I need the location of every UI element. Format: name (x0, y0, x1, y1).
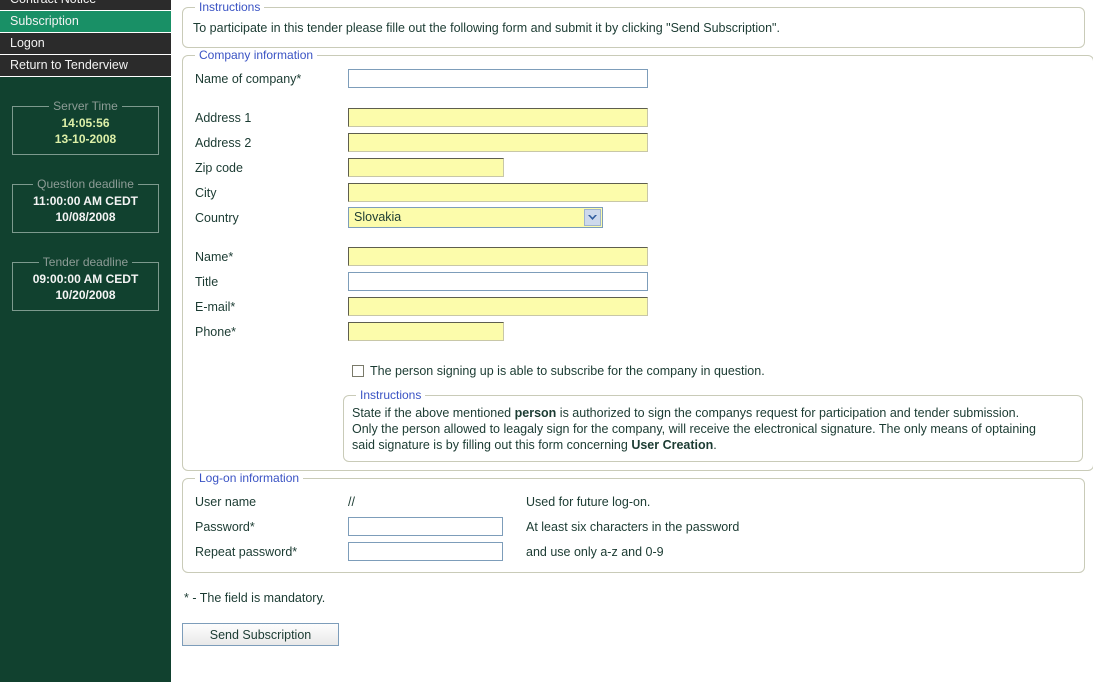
field-row-user-name: User name // Used for future log-on. (191, 489, 1076, 514)
field-row-email: E-mail* (191, 294, 1085, 319)
field-row-address1: Address 1 (191, 105, 1085, 130)
signing-authority-checkbox[interactable] (352, 365, 364, 377)
field-row-repeat-password: Repeat password* and use only a-z and 0-… (191, 539, 1076, 564)
signing-authority-label: The person signing up is able to subscri… (370, 364, 765, 378)
sidebar-item-label: Return to Tenderview (10, 58, 128, 72)
user-name-hint: Used for future log-on. (526, 494, 651, 509)
logon-information-fieldset: Log-on information User name // Used for… (182, 471, 1085, 573)
sidebar-item-subscription[interactable]: Subscription (0, 11, 171, 33)
phone-label: Phone* (195, 324, 237, 339)
country-select[interactable]: Slovakia (348, 207, 603, 228)
city-label: City (195, 185, 217, 200)
tender-deadline-time: 09:00:00 AM CEDT (32, 272, 139, 286)
password-label: Password* (195, 519, 255, 534)
server-time-panel: Server Time 14:05:56 13-10-2008 (0, 99, 171, 155)
title-input[interactable] (348, 272, 648, 291)
sidebar: Contract Notice Subscription Logon Retur… (0, 0, 171, 682)
subscription-page: Contract Notice Subscription Logon Retur… (0, 0, 1093, 682)
field-row-password: Password* At least six characters in the… (191, 514, 1076, 539)
inner-instructions-line3-a: said signature is by filling out this fo… (352, 438, 632, 452)
company-information-fieldset: Company information Name of company* Add… (182, 48, 1093, 471)
address2-input[interactable] (348, 133, 648, 152)
zip-code-label: Zip code (195, 160, 243, 175)
mandatory-note: * - The field is mandatory. (184, 591, 326, 605)
server-time-box: Server Time 14:05:56 13-10-2008 (12, 99, 159, 155)
inner-instructions-line2: Only the person allowed to leagaly sign … (352, 422, 1036, 436)
title-label: Title (195, 274, 219, 289)
inner-instructions-fieldset: Instructions State if the above mentione… (343, 388, 1083, 462)
main-content: Instructions To participate in this tend… (182, 0, 1093, 682)
instructions-text: To participate in this tender please fil… (193, 21, 780, 35)
tender-deadline-date: 10/20/2008 (55, 288, 116, 302)
company-information-legend: Company information (199, 48, 314, 62)
name-label: Name* (195, 249, 234, 264)
sidebar-nav: Contract Notice Subscription Logon Retur… (0, 0, 171, 77)
field-row-name: Name* (191, 244, 1085, 269)
email-label: E-mail* (195, 299, 236, 314)
field-row-title: Title (191, 269, 1085, 294)
inner-instructions-line1-b: is authorized to sign the companys reque… (556, 406, 1020, 420)
password-input-cell (348, 517, 526, 536)
question-deadline-panel: Question deadline 11:00:00 AM CEDT 10/08… (0, 177, 171, 233)
question-deadline-date: 10/08/2008 (55, 210, 116, 224)
address2-label: Address 2 (195, 135, 252, 150)
phone-input[interactable] (348, 322, 504, 341)
sidebar-item-label: Contract Notice (10, 0, 96, 6)
name-input[interactable] (348, 247, 648, 266)
instructions-fieldset: Instructions To participate in this tend… (182, 0, 1085, 48)
inner-instructions-line1-bold: person (514, 406, 557, 420)
logon-information-legend: Log-on information (199, 471, 300, 485)
country-selected-value: Slovakia (354, 210, 402, 224)
sidebar-item-logon[interactable]: Logon (0, 33, 171, 55)
repeat-password-hint: and use only a-z and 0-9 (526, 544, 664, 559)
inner-instructions-line3-bold: User Creation (631, 438, 714, 452)
repeat-password-label: Repeat password* (195, 544, 298, 559)
sidebar-item-label: Logon (10, 36, 45, 50)
address1-input[interactable] (348, 108, 648, 127)
field-row-city: City (191, 180, 1085, 205)
user-name-label: User name (195, 494, 257, 509)
sidebar-item-label: Subscription (10, 14, 79, 28)
repeat-password-input-cell (348, 542, 526, 561)
server-time-legend: Server Time (53, 99, 118, 113)
field-row-zip-code: Zip code (191, 155, 1085, 180)
password-hint: At least six characters in the password (526, 519, 740, 534)
question-deadline-time: 11:00:00 AM CEDT (33, 194, 138, 208)
sidebar-item-contract-notice[interactable]: Contract Notice (0, 0, 171, 11)
chevron-down-icon[interactable] (584, 209, 601, 226)
country-label: Country (195, 210, 239, 225)
repeat-password-input[interactable] (348, 542, 503, 561)
city-input[interactable] (348, 183, 648, 202)
field-row-name-of-company: Name of company* (191, 66, 1085, 91)
instructions-legend: Instructions (199, 0, 261, 14)
field-row-address2: Address 2 (191, 130, 1085, 155)
field-row-phone: Phone* (191, 319, 1085, 344)
inner-instructions-line3-b: . (713, 438, 717, 452)
email-input[interactable] (348, 297, 648, 316)
tender-deadline-panel: Tender deadline 09:00:00 AM CEDT 10/20/2… (0, 255, 171, 311)
address1-label: Address 1 (195, 110, 252, 125)
inner-instructions-line1-a: State if the above mentioned (352, 406, 515, 420)
user-name-value: // (348, 494, 355, 509)
inner-instructions-text: State if the above mentioned person is a… (352, 405, 1074, 453)
server-date-value: 13-10-2008 (54, 132, 117, 146)
inner-instructions-legend: Instructions (360, 388, 422, 402)
sidebar-item-return-to-tenderview[interactable]: Return to Tenderview (0, 55, 171, 77)
zip-code-input[interactable] (348, 158, 504, 177)
send-subscription-button[interactable]: Send Subscription (182, 623, 339, 646)
field-row-country: Country Slovakia (191, 205, 1085, 230)
password-input[interactable] (348, 517, 503, 536)
server-time-value: 14:05:56 (61, 116, 110, 130)
question-deadline-box: Question deadline 11:00:00 AM CEDT 10/08… (12, 177, 159, 233)
signing-authority-checkbox-row[interactable]: The person signing up is able to subscri… (352, 364, 1085, 378)
question-deadline-legend: Question deadline (37, 177, 134, 191)
name-of-company-label: Name of company* (195, 71, 302, 86)
name-of-company-input[interactable] (348, 69, 648, 88)
tender-deadline-box: Tender deadline 09:00:00 AM CEDT 10/20/2… (12, 255, 159, 311)
tender-deadline-legend: Tender deadline (42, 255, 129, 269)
